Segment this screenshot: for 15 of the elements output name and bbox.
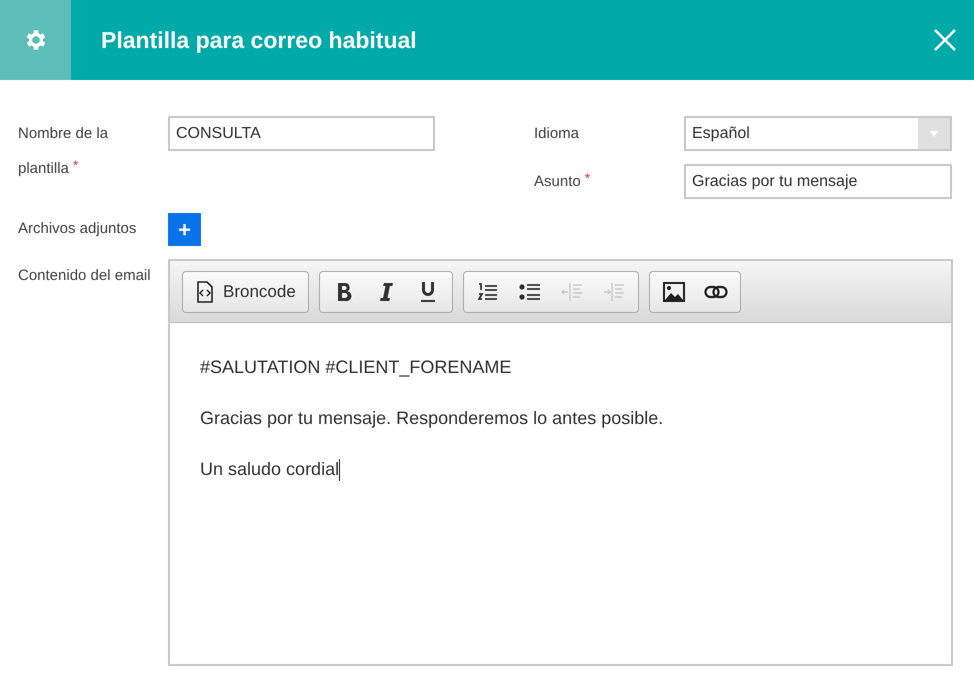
add-attachment-button[interactable]: + [168, 213, 201, 246]
field-label: Asunto * [534, 169, 590, 192]
editor-paragraph: Gracias por tu mensaje. Responderemos lo antes posible. [200, 408, 664, 429]
editor-body[interactable]: #SALUTATION #CLIENT_FORENAME Gracias por tu mensaje. Responderemos lo antes posible. Un saludo cordial [170, 323, 951, 664]
text-field[interactable]: Gracias por tu mensaje [684, 164, 952, 199]
editor-paragraph: Un saludo cordial [200, 459, 342, 481]
editor-paragraph: #SALUTATION #CLIENT_FORENAME [200, 357, 512, 378]
text-field[interactable]: CONSULTA [168, 116, 435, 151]
field-label: Archivos adjuntos [18, 219, 138, 240]
field-label: Nombre de la plantilla * [18, 124, 110, 179]
field-label: Contenido del email [18, 266, 152, 286]
window-title: Plantilla para correo habitual [101, 26, 418, 55]
source-button[interactable]: Broncode [187, 274, 304, 308]
field-label: Idioma [534, 124, 580, 144]
language-dropdown[interactable]: Español [684, 116, 952, 151]
